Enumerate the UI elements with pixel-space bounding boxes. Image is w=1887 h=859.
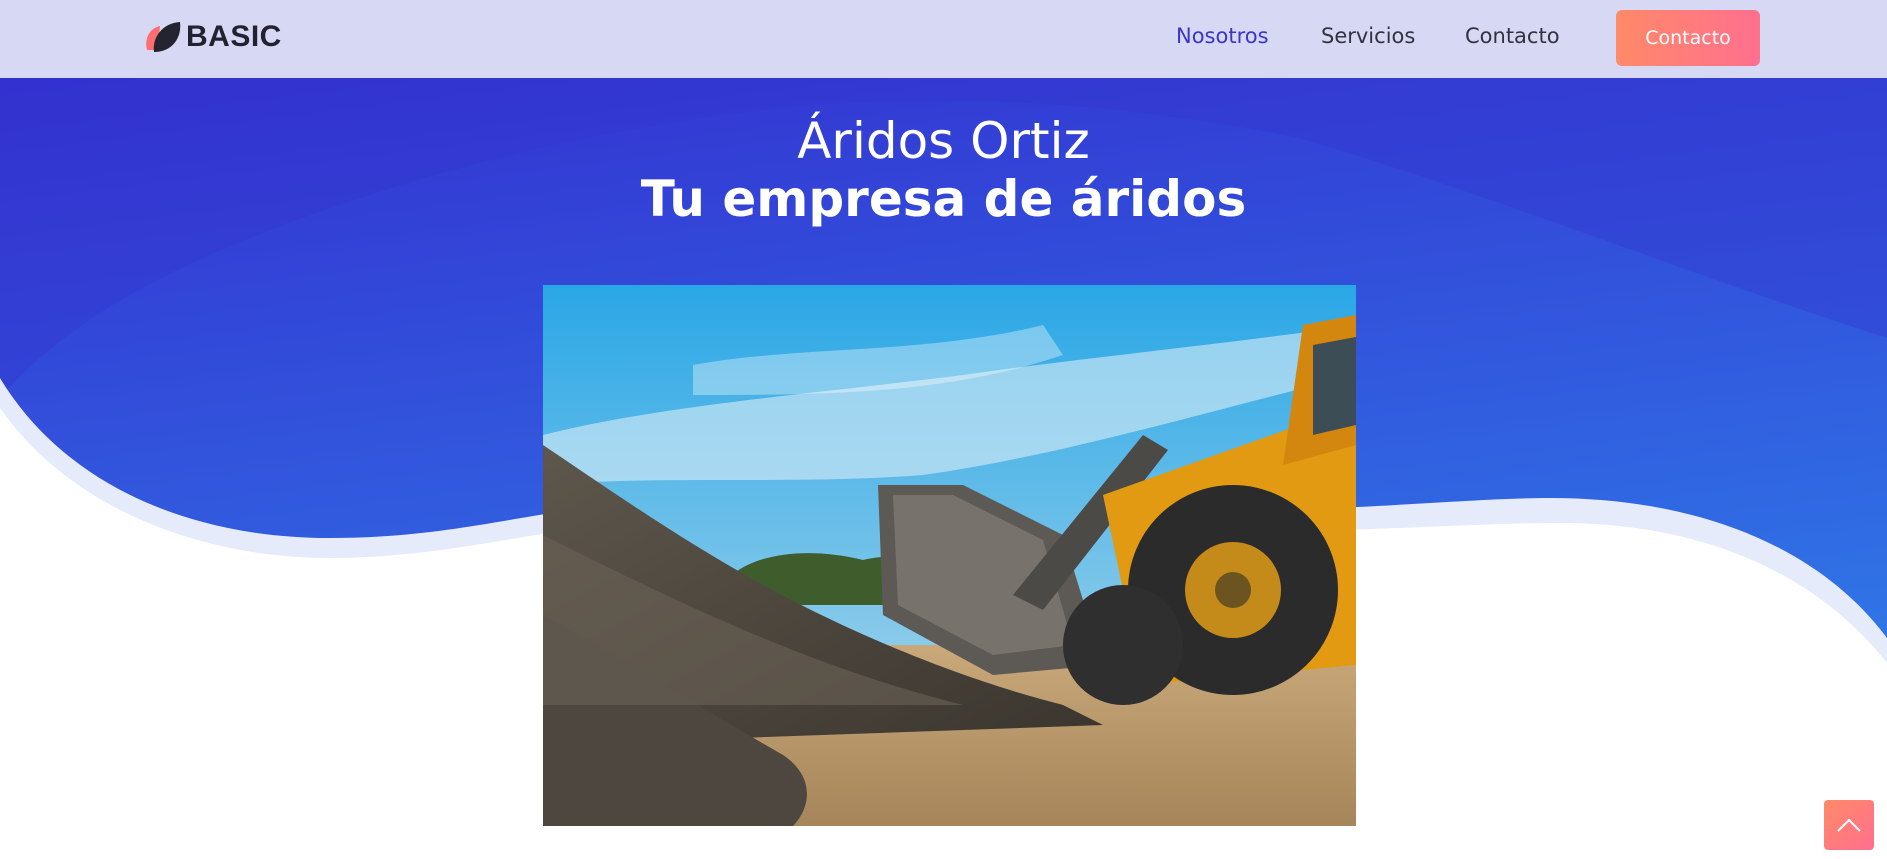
logo-text: BASIC [186,20,282,53]
leaf-logo-icon [146,22,181,52]
nav-link-servicios[interactable]: Servicios [1321,24,1415,48]
top-navbar: BASIC Nosotros Servicios Contacto Contac… [0,0,1887,78]
chevron-up-icon [1837,818,1861,832]
hero-title: Áridos Ortiz [797,112,1090,170]
hero-subtitle: Tu empresa de áridos [640,170,1247,228]
brand-logo[interactable]: BASIC [144,17,282,57]
nav-link-contacto[interactable]: Contacto [1465,24,1560,48]
nav-link-nosotros[interactable]: Nosotros [1176,24,1269,48]
contact-button[interactable]: Contacto [1616,10,1760,66]
hero-photo [543,285,1356,826]
loader-gravel-image [543,285,1356,826]
scroll-top-button[interactable] [1824,800,1874,850]
